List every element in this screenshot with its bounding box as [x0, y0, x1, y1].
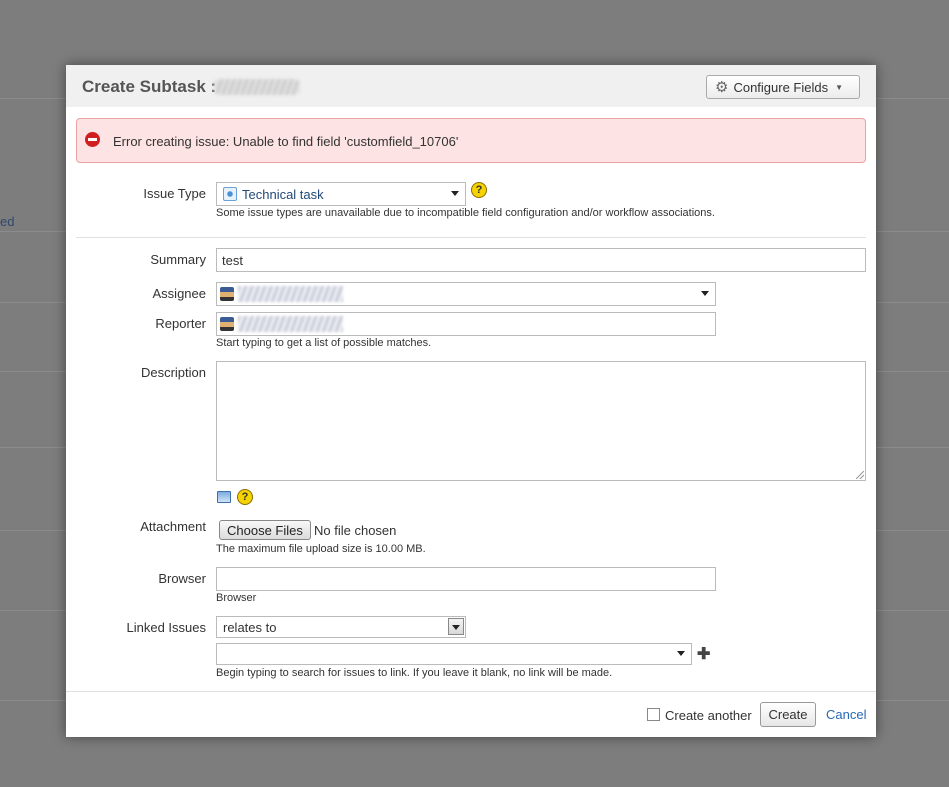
linked-issues-label: Linked Issues: [126, 620, 207, 635]
dialog-title: Create Subtask :: [82, 77, 217, 96]
dropdown-arrow-icon: [448, 618, 464, 635]
linked-issue-picker[interactable]: [216, 643, 692, 665]
issue-type-value: Technical task: [242, 186, 324, 202]
assignee-select[interactable]: [216, 282, 716, 306]
error-icon: [85, 132, 100, 147]
link-relation-select[interactable]: relates to: [216, 616, 466, 638]
summary-input[interactable]: test: [216, 248, 866, 272]
create-another-checkbox[interactable]: [647, 708, 660, 721]
dialog-header: Create Subtask : ⚙ Configure Fields ▼: [66, 65, 876, 107]
assignee-label: Assignee: [152, 286, 206, 301]
chevron-down-icon: ▼: [835, 82, 844, 92]
section-divider: [76, 237, 866, 238]
help-icon[interactable]: ?: [237, 489, 253, 505]
error-message-box: Error creating issue: Unable to find fie…: [76, 118, 866, 163]
attachment-label: Attachment: [140, 519, 206, 534]
description-textarea[interactable]: [216, 361, 866, 481]
avatar: [220, 287, 234, 301]
configure-fields-button[interactable]: ⚙ Configure Fields ▼: [706, 75, 860, 99]
gear-icon: ⚙: [715, 78, 729, 96]
description-label: Description: [140, 365, 206, 380]
cancel-link[interactable]: Cancel: [826, 707, 866, 722]
file-status-text: No file chosen: [314, 523, 397, 538]
create-button[interactable]: Create: [760, 702, 816, 727]
redacted-assignee-name: [238, 286, 343, 302]
help-icon[interactable]: ?: [471, 182, 487, 198]
issue-type-select[interactable]: Technical task: [216, 182, 466, 206]
technical-task-icon: [223, 187, 237, 201]
create-subtask-dialog: Create Subtask : ⚙ Configure Fields ▼ Er…: [66, 65, 876, 737]
browser-input[interactable]: [216, 567, 716, 591]
summary-value: test: [222, 252, 243, 268]
configure-fields-label: Configure Fields: [733, 79, 829, 95]
error-message-text: Error creating issue: Unable to find fie…: [113, 134, 459, 149]
issue-type-hint: Some issue types are unavailable due to …: [216, 207, 715, 219]
avatar: [220, 317, 234, 331]
reporter-input[interactable]: [216, 312, 716, 336]
dropdown-arrow-icon: [701, 291, 709, 296]
browser-label: Browser: [158, 571, 206, 586]
reporter-hint: Start typing to get a list of possible m…: [216, 337, 432, 349]
background-link[interactable]: ed: [0, 214, 14, 229]
linked-issues-hint: Begin typing to search for issues to lin…: [216, 667, 613, 679]
browser-hint: Browser: [216, 592, 257, 604]
redacted-reporter-name: [238, 316, 343, 332]
dropdown-arrow-icon: [451, 191, 459, 196]
reporter-label: Reporter: [155, 316, 206, 331]
add-link-icon[interactable]: ✚: [697, 647, 710, 663]
dropdown-arrow-icon: [677, 651, 685, 656]
choose-files-button[interactable]: Choose Files: [219, 520, 311, 540]
issue-type-label: Issue Type: [143, 186, 206, 201]
summary-label: Summary: [150, 252, 206, 267]
dialog-footer: Create another Create Cancel: [66, 691, 876, 737]
wiki-preview-icon[interactable]: [217, 491, 231, 503]
redacted-parent-issue: [214, 79, 300, 95]
create-another-label: Create another: [665, 708, 752, 723]
resize-handle-icon[interactable]: [856, 471, 864, 479]
attachment-hint: The maximum file upload size is 10.00 MB…: [216, 543, 426, 555]
link-relation-value: relates to: [223, 619, 277, 635]
